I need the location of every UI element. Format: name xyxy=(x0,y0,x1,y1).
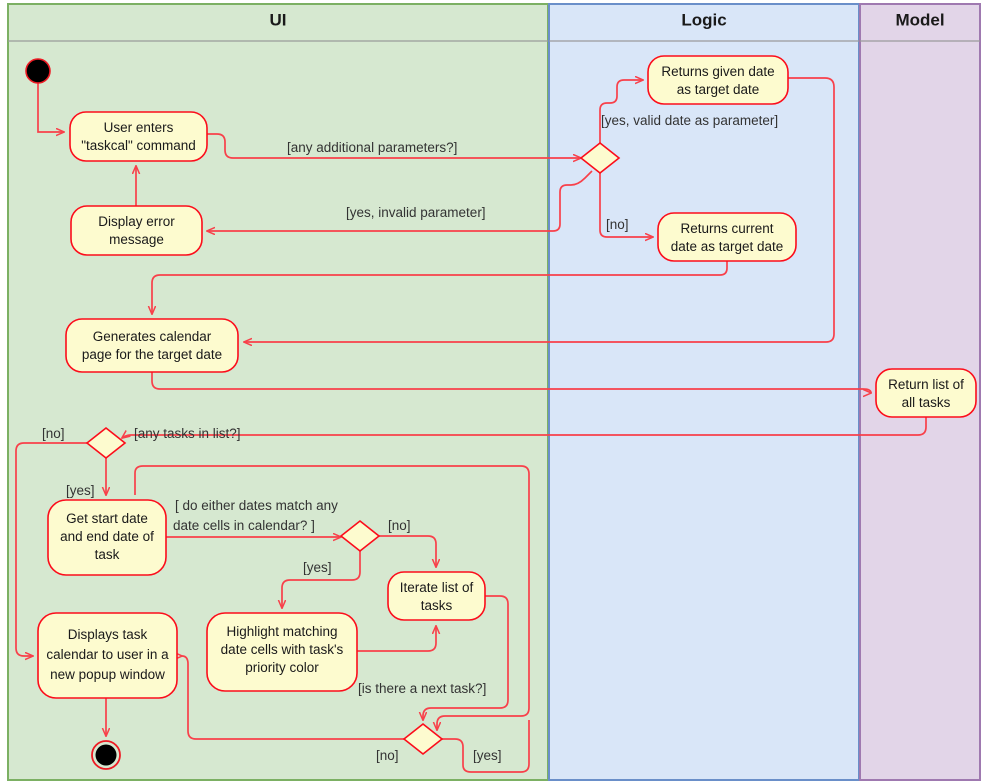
node-displays-task-calendar[interactable]: Displays task calendar to user in a new … xyxy=(37,612,178,699)
node-iterate-list-of-tasks-line1: Iterate list of xyxy=(400,580,474,595)
guard-dates-match-line1: [ do either dates match any xyxy=(175,498,338,513)
node-user-enters-taskcal[interactable]: User enters "taskcal" command xyxy=(69,111,208,162)
guard-is-there-next-task: [is there a next task?] xyxy=(358,681,486,696)
guard-no-any-tasks: [no] xyxy=(42,426,65,441)
guard-any-tasks-in-list: [any tasks in list?] xyxy=(134,426,241,441)
node-highlight-matching-cells-line3: priority color xyxy=(245,660,319,675)
swimlane-logic-title: Logic xyxy=(681,10,726,29)
node-highlight-matching-cells-line2: date cells with task's xyxy=(221,642,344,657)
guard-yes-valid-date: [yes, valid date as parameter] xyxy=(601,113,778,128)
node-highlight-matching-cells[interactable]: Highlight matching date cells with task'… xyxy=(206,612,358,692)
node-get-start-end-date-line1: Get start date xyxy=(66,511,148,526)
node-generates-calendar-page[interactable]: Generates calendar page for the target d… xyxy=(65,318,239,373)
guard-yes-any-tasks: [yes] xyxy=(66,483,95,498)
node-iterate-list-of-tasks[interactable]: Iterate list of tasks xyxy=(387,571,486,621)
node-highlight-matching-cells-line1: Highlight matching xyxy=(226,624,337,639)
guard-any-additional-parameters: [any additional parameters?] xyxy=(287,140,457,155)
guard-no-next-task: [no] xyxy=(376,748,399,763)
node-user-enters-taskcal-line2: "taskcal" command xyxy=(81,138,196,153)
node-iterate-list-of-tasks-line2: tasks xyxy=(421,598,453,613)
guard-no-dates-match: [no] xyxy=(388,518,411,533)
guard-yes-invalid-parameter: [yes, invalid parameter] xyxy=(346,205,486,220)
guard-dates-match-line2: date cells in calendar? ] xyxy=(173,518,315,533)
node-generates-calendar-page-shape[interactable] xyxy=(65,318,239,373)
node-user-enters-taskcal-line1: User enters xyxy=(104,120,174,135)
final-node-core xyxy=(95,744,117,766)
node-generates-calendar-page-line2: page for the target date xyxy=(82,347,222,362)
node-generates-calendar-page-line1: Generates calendar xyxy=(93,329,212,344)
node-displays-task-calendar-line1: Displays task xyxy=(68,627,148,642)
swimlane-model-title: Model xyxy=(895,10,944,29)
node-returns-given-date-line2: as target date xyxy=(677,82,760,97)
node-return-list-all-tasks[interactable]: Return list of all tasks xyxy=(875,368,977,418)
node-display-error-message-line1: Display error xyxy=(98,214,175,229)
swimlane-ui-title: UI xyxy=(270,10,287,29)
node-get-start-end-date-line2: and end date of xyxy=(60,529,154,544)
node-returns-given-date[interactable]: Returns given date as target date xyxy=(647,55,789,105)
node-returns-given-date-line1: Returns given date xyxy=(661,64,774,79)
activity-diagram-canvas: UI Logic Model User enters "taskcal" com… xyxy=(0,0,988,784)
uml-activity-diagram: UI Logic Model User enters "taskcal" com… xyxy=(7,3,981,781)
node-returns-current-date[interactable]: Returns current date as target date xyxy=(657,212,797,262)
guard-no-param: [no] xyxy=(606,217,629,232)
node-display-error-message-line2: message xyxy=(109,232,164,247)
node-display-error-message[interactable]: Display error message xyxy=(70,205,203,256)
node-returns-current-date-line2: date as target date xyxy=(671,239,784,254)
guard-yes-dates-match: [yes] xyxy=(303,560,332,575)
guard-yes-next-task: [yes] xyxy=(473,748,502,763)
node-get-start-end-date[interactable]: Get start date and end date of task xyxy=(47,499,167,576)
node-get-start-end-date-line3: task xyxy=(95,547,120,562)
node-return-list-all-tasks-line1: Return list of xyxy=(888,377,964,392)
initial-node xyxy=(25,58,51,84)
final-node xyxy=(91,740,121,770)
node-displays-task-calendar-line3: new popup window xyxy=(50,667,165,682)
node-displays-task-calendar-line2: calendar to user in a xyxy=(46,647,169,662)
node-returns-current-date-line1: Returns current xyxy=(680,221,773,236)
node-return-list-all-tasks-line2: all tasks xyxy=(902,395,951,410)
